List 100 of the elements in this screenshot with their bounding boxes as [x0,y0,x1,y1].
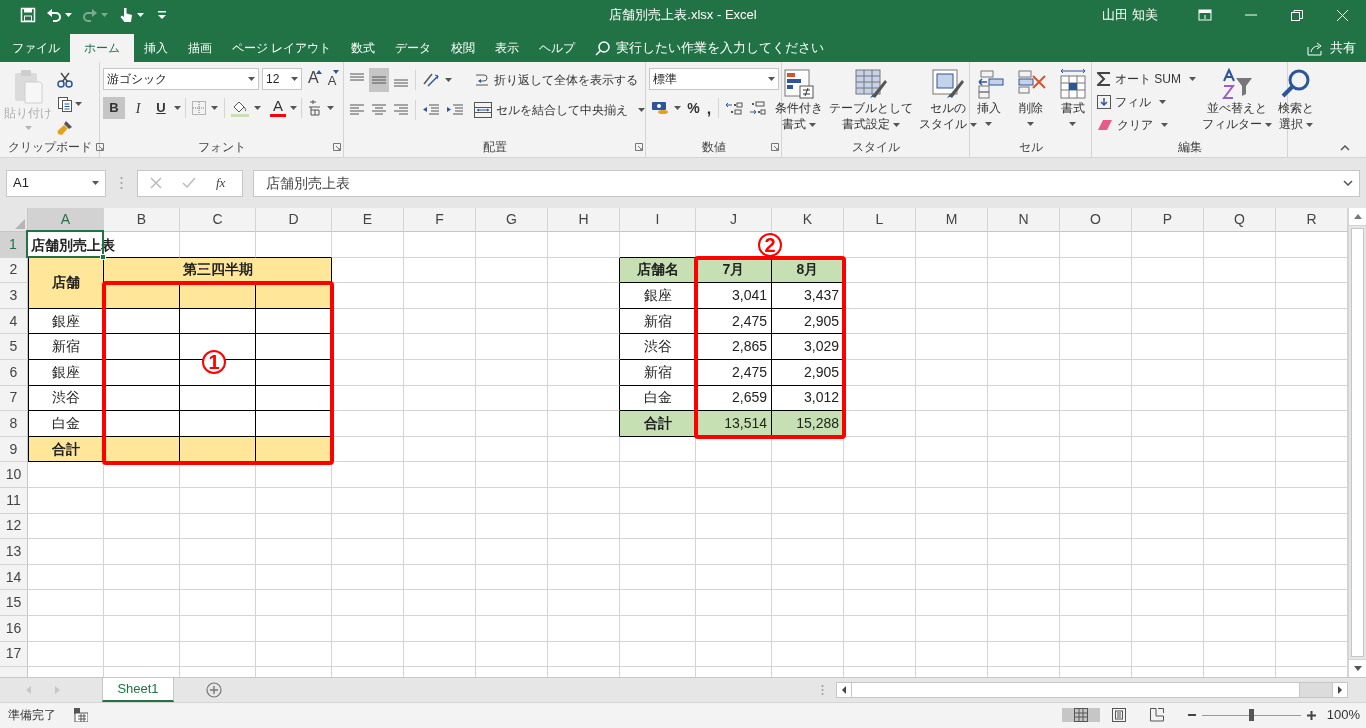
phonetic-icon[interactable] [308,100,322,116]
ribbon-tab[interactable]: ページ レイアウト [222,34,342,62]
underline-button[interactable]: U [151,97,171,119]
fill-bucket-icon[interactable] [231,99,249,117]
caret-icon[interactable] [327,106,334,110]
dialog-launcher-icon[interactable] [333,143,341,151]
caret-icon[interactable] [65,13,72,17]
formula-field[interactable]: 店舗別売上表 [253,169,1360,197]
add-sheet-icon[interactable] [206,682,222,698]
caret-icon[interactable] [1306,122,1313,127]
caret-icon[interactable] [768,77,775,81]
share-icon[interactable] [1307,40,1324,56]
sort-filter-button[interactable]: 並べ替えと フィルター [1200,68,1274,132]
grow-font-button[interactable]: A [305,68,322,90]
row-header[interactable]: 5 [0,334,28,360]
zoom-slider[interactable] [1201,709,1301,721]
ribbon-tab[interactable]: ファイル [2,34,70,62]
row-header[interactable]: 10 [0,462,28,488]
caret-icon[interactable] [892,122,900,127]
percent-button[interactable]: % [685,97,702,119]
restore-icon[interactable] [1290,8,1304,22]
dialog-launcher-icon[interactable] [635,143,643,151]
bold-button[interactable]: B [103,97,125,119]
scroll-left-button[interactable] [837,683,852,697]
row-header[interactable]: 7 [0,385,28,412]
caret-icon[interactable] [1027,122,1034,126]
dialog-launcher-icon[interactable] [95,143,104,151]
caret-icon[interactable] [985,122,992,126]
sheet-tab[interactable]: Sheet1 [102,678,174,702]
column-header[interactable]: A [28,208,104,232]
ribbon-tab[interactable]: データ [385,34,442,62]
shrink-font-button[interactable]: A [324,68,340,90]
caret-icon[interactable] [1161,123,1168,127]
macro-record-icon[interactable] [74,708,88,722]
column-header[interactable]: L [844,208,916,232]
row-header[interactable]: 13 [0,539,28,565]
column-header[interactable]: E [332,208,404,232]
scroll-thumb[interactable] [852,683,1300,697]
currency-icon[interactable] [651,100,669,116]
caret-icon[interactable] [1265,122,1272,127]
normal-view-icon[interactable] [1073,708,1088,722]
row-header[interactable]: 14 [0,564,28,591]
row-header[interactable]: 12 [0,513,28,540]
collapse-ribbon-icon[interactable] [1340,145,1350,151]
undo-icon[interactable] [46,7,62,23]
column-header[interactable]: Q [1204,208,1276,232]
caret-icon[interactable] [174,106,181,110]
font-size-dropdown[interactable]: 12 [262,68,302,90]
ribbon-tab[interactable]: 表示 [485,34,530,62]
caret-icon[interactable] [291,77,298,81]
number-format-dropdown[interactable]: 標準 [649,68,779,90]
column-header[interactable]: F [404,208,476,232]
zoom-out-icon[interactable] [1187,711,1196,719]
ribbon-tab[interactable]: 挿入 [134,34,178,62]
row-header[interactable]: 8 [0,411,28,437]
column-header[interactable]: M [916,208,988,232]
tell-me-field[interactable]: 実行したい作業を入力してください [616,38,832,58]
column-header[interactable]: O [1060,208,1132,232]
autosum-button[interactable]: オート SUM [1095,68,1198,90]
row-header[interactable]: 15 [0,590,28,616]
row-header[interactable]: 16 [0,615,28,642]
insert-button[interactable]: 挿入 [970,68,1007,126]
row-header[interactable]: 2 [0,257,28,284]
row-header[interactable]: 3 [0,283,28,309]
customize-icon[interactable] [158,11,166,19]
column-header[interactable]: K [772,208,844,232]
caret-icon[interactable] [211,106,218,110]
cut-icon[interactable] [57,72,73,88]
zoom-in-icon[interactable] [1306,710,1316,720]
scroll-right-button[interactable] [1332,683,1347,697]
scroll-down-button[interactable] [1349,659,1366,677]
column-header[interactable]: N [988,208,1060,232]
scroll-up-button[interactable] [1349,208,1366,226]
scroll-thumb[interactable] [1351,228,1364,657]
caret-icon[interactable] [1069,122,1076,126]
row-header[interactable]: 17 [0,641,28,668]
caret-icon[interactable] [638,108,645,112]
column-header[interactable]: P [1132,208,1204,232]
caret-icon[interactable] [75,102,82,106]
hand-pointer-icon[interactable] [118,6,134,24]
clear-button[interactable]: クリア [1095,114,1198,136]
save-icon[interactable] [20,7,36,23]
brush-icon[interactable] [57,120,73,136]
caret-icon[interactable] [254,106,261,110]
scrollbar-track[interactable] [836,682,1348,698]
caret-icon[interactable] [674,106,681,110]
row-header[interactable]: 4 [0,308,28,335]
column-header[interactable]: G [476,208,548,232]
decrease-indent-icon[interactable] [422,102,440,118]
column-header[interactable]: R [1276,208,1348,232]
search-icon[interactable] [595,40,611,56]
ribbon-tab[interactable]: 描画 [178,34,222,62]
column-header[interactable]: I [620,208,696,232]
ribbon-tab[interactable]: 数式 [341,34,386,62]
expand-icon[interactable] [1343,180,1353,186]
dialog-launcher-icon[interactable] [771,143,779,151]
font-name-dropdown[interactable]: 游ゴシック [103,68,259,90]
row-header[interactable]: 6 [0,359,28,386]
comma-button[interactable]: , [704,97,714,119]
caret-icon[interactable] [445,78,452,82]
